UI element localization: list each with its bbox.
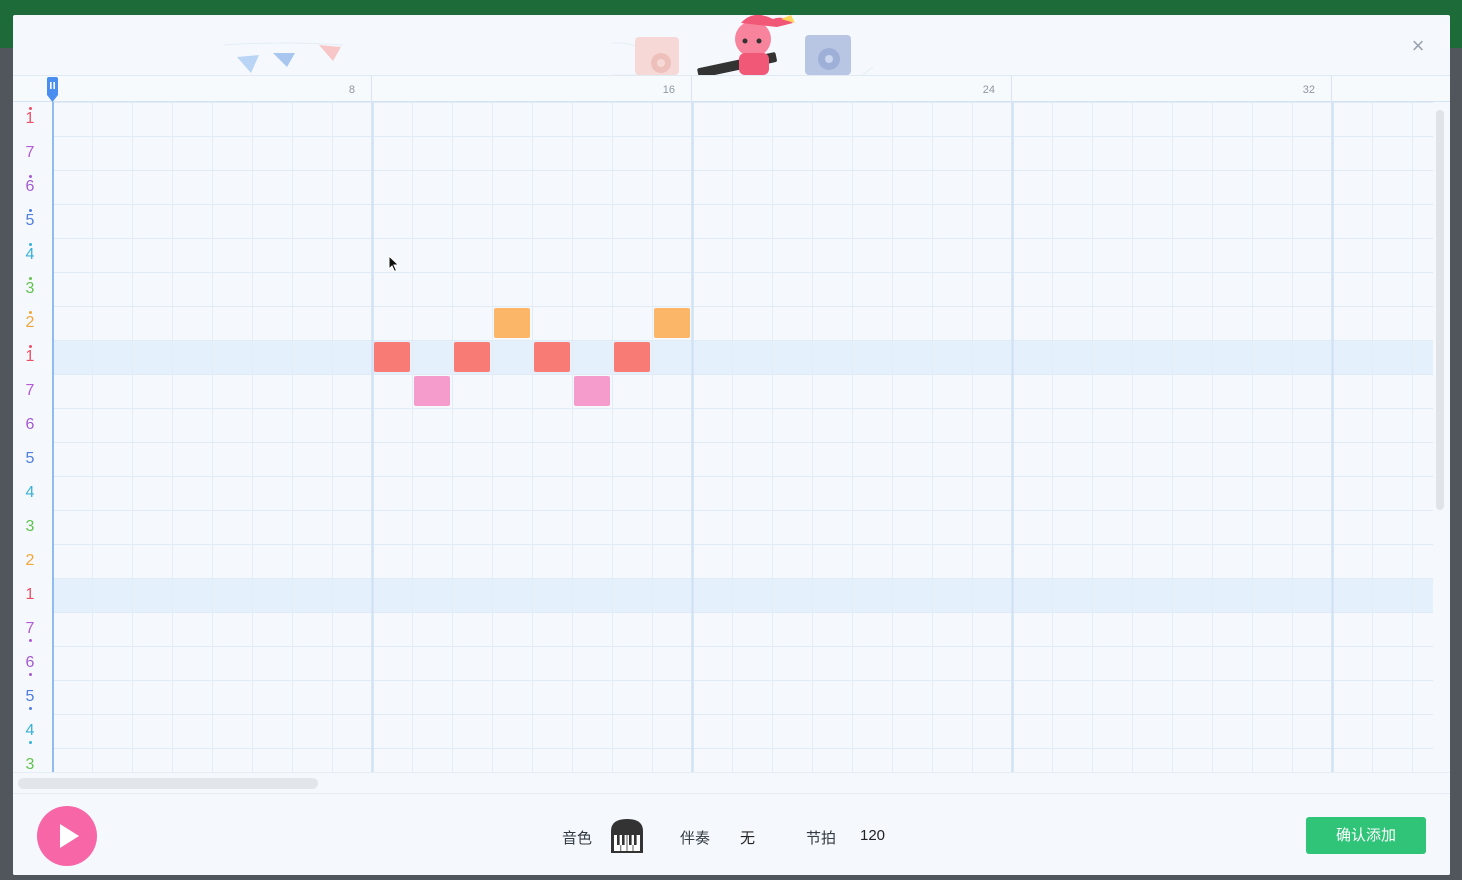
pitch-label: 7 (25, 382, 35, 399)
pitch-label: 6 (13, 175, 47, 195)
pitch-label: 1 (25, 586, 35, 603)
tempo-label: 节拍 (806, 830, 837, 847)
ruler-divider (691, 76, 692, 103)
pitch-label: 5 (13, 209, 47, 229)
tonic-row-highlight (52, 578, 1433, 612)
accompaniment-value[interactable]: 无 (740, 827, 755, 848)
ruler-divider (1011, 76, 1012, 103)
pitch-label: 2 (25, 552, 35, 569)
ruler-divider (1331, 76, 1332, 103)
tonic-row-highlight (52, 340, 1433, 374)
playhead-line (52, 102, 54, 772)
ruler-mark-16: 16 (662, 84, 675, 96)
pitch-label: 4 (25, 484, 35, 501)
ruler-mark-32: 32 (1302, 84, 1315, 96)
timbre-label: 音色 (562, 830, 593, 847)
mouse-cursor-icon (388, 255, 400, 273)
ruler-divider (371, 76, 372, 103)
pitch-label: 7 (25, 144, 35, 161)
note-grid[interactable] (52, 102, 1433, 772)
ruler-mark-24: 24 (982, 84, 995, 96)
pitch-label: 5 (13, 689, 47, 710)
grid-lines (52, 102, 1433, 772)
note-block[interactable] (454, 342, 490, 372)
dialog-header: × (13, 15, 1450, 75)
pitch-label: 1 (13, 107, 47, 127)
tempo-value[interactable]: 120 (860, 827, 885, 844)
vertical-scrollbar-thumb[interactable] (1436, 110, 1444, 510)
music-editor-dialog: × 8 16 24 32 17654321765432176543 音色 伴奏 … (13, 15, 1450, 875)
note-block[interactable] (414, 376, 450, 406)
timeline-ruler[interactable]: 8 16 24 32 (13, 75, 1450, 103)
pitch-label: 3 (13, 277, 47, 297)
pitch-labels-column: 1 7 6 5 4 3 2 1 7 6 5 4 3 2 1 7 6 5 4 3 (13, 102, 51, 772)
pitch-label: 6 (25, 416, 35, 433)
pitch-label: 4 (13, 723, 47, 744)
horizontal-scrollbar-thumb[interactable] (18, 778, 318, 789)
note-block[interactable] (534, 342, 570, 372)
note-block[interactable] (614, 342, 650, 372)
pitch-label: 5 (25, 450, 35, 467)
pitch-label: 3 (13, 757, 47, 773)
note-block[interactable] (494, 308, 530, 338)
pitch-label: 7 (13, 621, 47, 642)
confirm-add-button[interactable]: 确认添加 (1306, 817, 1426, 854)
note-block[interactable] (654, 308, 690, 338)
note-block[interactable] (374, 342, 410, 372)
pitch-label: 1 (13, 345, 47, 365)
playhead-handle-icon[interactable] (46, 77, 59, 103)
note-block[interactable] (574, 376, 610, 406)
piano-icon[interactable] (607, 815, 647, 855)
bunting-flags-decoration (223, 42, 343, 73)
dialog-footer: 音色 伴奏 无 节拍 120 确认添加 (13, 794, 1450, 875)
pitch-label: 2 (13, 311, 47, 331)
play-button[interactable] (37, 806, 97, 866)
close-icon[interactable]: × (1406, 35, 1430, 59)
mascot-illustration (613, 15, 873, 75)
pitch-label: 3 (25, 518, 35, 535)
ruler-mark-8: 8 (348, 84, 355, 96)
play-icon (60, 824, 79, 848)
pitch-label: 4 (13, 243, 47, 263)
accompaniment-label: 伴奏 (680, 830, 711, 847)
pitch-label: 6 (13, 655, 47, 676)
